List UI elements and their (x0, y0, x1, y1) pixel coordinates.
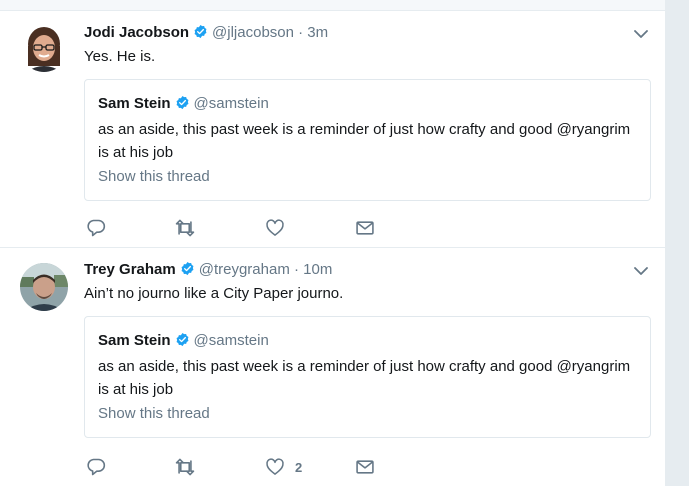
avatar[interactable] (20, 263, 68, 311)
reply-icon (86, 457, 106, 477)
quoted-tweet-text: as an aside, this past week is a reminde… (98, 358, 631, 398)
retweet-icon (174, 218, 196, 238)
quoted-tweet[interactable]: Sam Stein @samstein as an aside, this pas… (84, 316, 651, 438)
verified-badge-icon (175, 95, 190, 116)
tweet-timestamp[interactable]: · 3m (298, 24, 328, 41)
verified-badge-icon (180, 261, 195, 282)
timeline: Jodi Jacobson @jljacobson · 3m Yes. He is… (0, 0, 665, 486)
tweet-text: Ain’t no journo like a City Paper journo… (84, 285, 344, 302)
quoted-tweet-header: Sam Stein @samstein (98, 94, 269, 116)
quoted-author-name: Sam Stein (98, 95, 171, 112)
tweet-actions: 2 (84, 456, 484, 478)
show-thread-link[interactable]: Show this thread (98, 167, 210, 187)
tweet-timestamp[interactable]: · 10m (294, 261, 332, 278)
caret-down-icon[interactable] (633, 264, 649, 276)
quoted-tweet-text: as an aside, this past week is a reminde… (98, 121, 631, 161)
verified-badge-icon (175, 332, 190, 353)
like-button[interactable] (265, 217, 295, 239)
quoted-author-name: Sam Stein (98, 332, 171, 349)
like-count: 2 (295, 459, 303, 475)
like-icon (265, 457, 285, 477)
tweet-text: Yes. He is. (84, 48, 156, 65)
avatar[interactable] (20, 24, 68, 72)
like-icon (265, 218, 285, 238)
direct-message-icon (355, 457, 375, 477)
tweet[interactable]: Jodi Jacobson @jljacobson · 3m Yes. He is… (0, 11, 665, 248)
direct-message-icon (355, 218, 375, 238)
quoted-author-handle: @samstein (193, 332, 269, 349)
quoted-tweet-header: Sam Stein @samstein (98, 331, 269, 353)
tweet-header: Jodi Jacobson @jljacobson · 3m (84, 23, 328, 45)
reply-button[interactable] (86, 456, 116, 478)
author-handle[interactable]: @treygraham (199, 261, 290, 278)
reply-button[interactable] (86, 217, 116, 239)
retweet-button[interactable] (174, 217, 206, 239)
direct-message-button[interactable] (355, 456, 385, 478)
quoted-author-handle: @samstein (193, 95, 269, 112)
author-name[interactable]: Jodi Jacobson (84, 24, 189, 41)
retweet-icon (174, 457, 196, 477)
retweet-button[interactable] (174, 456, 206, 478)
verified-badge-icon (193, 24, 208, 45)
tweet-actions (84, 217, 484, 239)
quoted-tweet[interactable]: Sam Stein @samstein as an aside, this pas… (84, 79, 651, 201)
author-name[interactable]: Trey Graham (84, 261, 176, 278)
direct-message-button[interactable] (355, 217, 385, 239)
tweet[interactable]: Trey Graham @treygraham · 10m Ain’t no jo… (0, 248, 665, 486)
author-handle[interactable]: @jljacobson (212, 24, 294, 41)
tweet-header: Trey Graham @treygraham · 10m (84, 260, 332, 282)
show-thread-link[interactable]: Show this thread (98, 404, 210, 424)
caret-down-icon[interactable] (633, 27, 649, 39)
previous-tweet-edge (0, 0, 665, 11)
reply-icon (86, 218, 106, 238)
like-button[interactable]: 2 (265, 456, 302, 478)
